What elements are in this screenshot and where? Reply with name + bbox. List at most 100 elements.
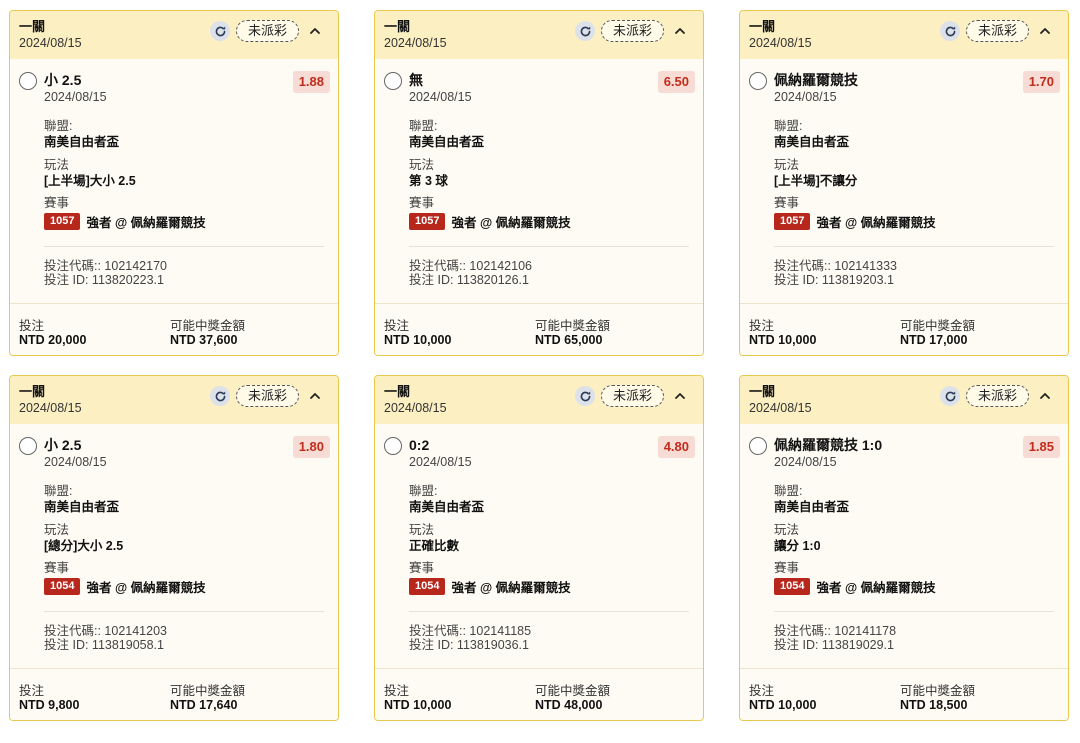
market-label: 玩法	[774, 158, 800, 172]
bet-ids: 投注代碼:: 102141203 投注 ID: 113819058.1	[44, 624, 167, 652]
select-radio[interactable]	[19, 437, 37, 455]
market-field: 玩法 [上半場]大小 2.5	[44, 158, 136, 189]
status-badge[interactable]: 未派彩	[601, 20, 665, 42]
chevron-up-icon[interactable]	[672, 23, 688, 39]
event-field: 賽事 1054 強者 @ 佩納羅爾競技	[44, 561, 206, 596]
select-radio[interactable]	[749, 437, 767, 455]
refresh-icon[interactable]	[210, 386, 230, 406]
chevron-up-icon[interactable]	[1037, 23, 1053, 39]
payout-value: NTD 17,000	[900, 333, 968, 347]
odds-badge: 6.50	[657, 71, 695, 93]
refresh-icon[interactable]	[940, 21, 960, 41]
match-name: 強者 @ 佩納羅爾競技	[86, 581, 206, 595]
selection-date: 2024/08/15	[774, 455, 837, 469]
league-value: 南美自由者盃	[409, 135, 485, 149]
match-name: 強者 @ 佩納羅爾競技	[451, 581, 571, 595]
status-badge[interactable]: 未派彩	[966, 385, 1030, 407]
market-field: 玩法 [總分]大小 2.5	[44, 523, 123, 554]
odds-badge: 1.88	[292, 71, 330, 93]
event-label: 賽事	[409, 196, 435, 210]
league-field: 聯盟: 南美自由者盃	[44, 484, 119, 515]
match-row: 1057 強者 @ 佩納羅爾競技	[774, 212, 936, 231]
chevron-up-icon[interactable]	[307, 23, 323, 39]
payout-column: 可能中獎金額 NTD 18,500	[900, 685, 975, 713]
refresh-icon[interactable]	[210, 21, 230, 41]
stake-column: 投注 NTD 20,000	[19, 320, 86, 348]
event-field: 賽事 1057 強者 @ 佩納羅爾競技	[44, 196, 206, 231]
status-badge[interactable]: 未派彩	[236, 385, 300, 407]
match-code-badge: 1054	[409, 578, 446, 595]
bet-card: 一關 2024/08/15 未派彩 小 2.5 2024/08/15 1.80 …	[9, 375, 339, 721]
league-field: 聯盟: 南美自由者盃	[774, 484, 849, 515]
bet-code: 投注代碼:: 102142106	[409, 259, 532, 273]
chevron-up-icon[interactable]	[672, 388, 688, 404]
league-value: 南美自由者盃	[44, 500, 120, 514]
league-label: 聯盟:	[409, 484, 438, 498]
bet-card: 一關 2024/08/15 未派彩 無 2024/08/15 6.50 聯盟: …	[374, 10, 704, 356]
bet-card-header[interactable]: 一關 2024/08/15 未派彩	[740, 11, 1068, 59]
divider	[774, 611, 1054, 612]
bet-code: 投注代碼:: 102142170	[44, 259, 167, 273]
bet-card-header[interactable]: 一關 2024/08/15 未派彩	[740, 376, 1068, 424]
payout-label: 可能中獎金額	[900, 684, 976, 698]
divider	[774, 246, 1054, 247]
divider	[44, 611, 324, 612]
refresh-icon[interactable]	[940, 386, 960, 406]
match-code-badge: 1057	[409, 213, 446, 230]
selection-name: 小 2.5	[44, 72, 82, 88]
league-label: 聯盟:	[774, 484, 803, 498]
market-label: 玩法	[44, 158, 70, 172]
payout-value: NTD 18,500	[900, 698, 968, 712]
league-value: 南美自由者盃	[44, 135, 120, 149]
select-radio[interactable]	[749, 72, 767, 90]
bet-code: 投注代碼:: 102141185	[409, 624, 532, 638]
stake-value: NTD 9,800	[19, 698, 80, 712]
status-badge[interactable]: 未派彩	[601, 385, 665, 407]
market-value: [上半場]大小 2.5	[44, 174, 136, 188]
bet-id: 投注 ID: 113819203.1	[774, 273, 894, 287]
market-value: [總分]大小 2.5	[44, 539, 124, 553]
select-radio[interactable]	[384, 72, 402, 90]
status-badge[interactable]: 未派彩	[966, 20, 1030, 42]
divider	[409, 246, 689, 247]
league-value: 南美自由者盃	[774, 500, 850, 514]
match-name: 強者 @ 佩納羅爾競技	[451, 216, 571, 230]
payout-column: 可能中獎金額 NTD 17,640	[170, 685, 245, 713]
stake-label: 投注	[19, 684, 45, 698]
selection-name: 0:2	[409, 437, 430, 453]
stake-column: 投注 NTD 10,000	[384, 685, 451, 713]
league-label: 聯盟:	[44, 119, 73, 133]
bet-card-footer: 投注 NTD 10,000 可能中獎金額 NTD 18,500	[740, 668, 1068, 720]
bet-card-body: 小 2.5 2024/08/15 1.80 聯盟: 南美自由者盃 玩法 [總分]…	[10, 424, 338, 668]
bet-id: 投注 ID: 113819036.1	[409, 638, 529, 652]
stake-label: 投注	[749, 319, 775, 333]
bet-ids: 投注代碼:: 102141333 投注 ID: 113819203.1	[774, 259, 897, 287]
bet-card-header[interactable]: 一關 2024/08/15 未派彩	[375, 376, 703, 424]
market-value: [上半場]不讓分	[774, 174, 858, 188]
payout-label: 可能中獎金額	[535, 684, 611, 698]
match-row: 1057 強者 @ 佩納羅爾競技	[44, 212, 206, 231]
market-field: 玩法 正確比數	[409, 523, 459, 554]
bet-code: 投注代碼:: 102141203	[44, 624, 167, 638]
select-radio[interactable]	[384, 437, 402, 455]
stake-column: 投注 NTD 9,800	[19, 685, 79, 713]
selection-date: 2024/08/15	[44, 90, 107, 104]
bet-card: 一關 2024/08/15 未派彩 0:2 2024/08/15 4.80 聯盟…	[374, 375, 704, 721]
bet-card-header[interactable]: 一關 2024/08/15 未派彩	[375, 11, 703, 59]
event-field: 賽事 1057 強者 @ 佩納羅爾競技	[409, 196, 571, 231]
chevron-up-icon[interactable]	[1037, 388, 1053, 404]
refresh-icon[interactable]	[575, 21, 595, 41]
chevron-up-icon[interactable]	[307, 388, 323, 404]
select-radio[interactable]	[19, 72, 37, 90]
bet-ids: 投注代碼:: 102141185 投注 ID: 113819036.1	[409, 624, 531, 652]
refresh-icon[interactable]	[575, 386, 595, 406]
bet-id: 投注 ID: 113820126.1	[409, 273, 529, 287]
bet-card-header[interactable]: 一關 2024/08/15 未派彩	[10, 376, 338, 424]
event-label: 賽事	[44, 196, 70, 210]
payout-column: 可能中獎金額 NTD 48,000	[535, 685, 610, 713]
event-label: 賽事	[774, 561, 800, 575]
league-value: 南美自由者盃	[409, 500, 485, 514]
bet-card-body: 小 2.5 2024/08/15 1.88 聯盟: 南美自由者盃 玩法 [上半場…	[10, 59, 338, 303]
status-badge[interactable]: 未派彩	[236, 20, 300, 42]
bet-card-header[interactable]: 一關 2024/08/15 未派彩	[10, 11, 338, 59]
